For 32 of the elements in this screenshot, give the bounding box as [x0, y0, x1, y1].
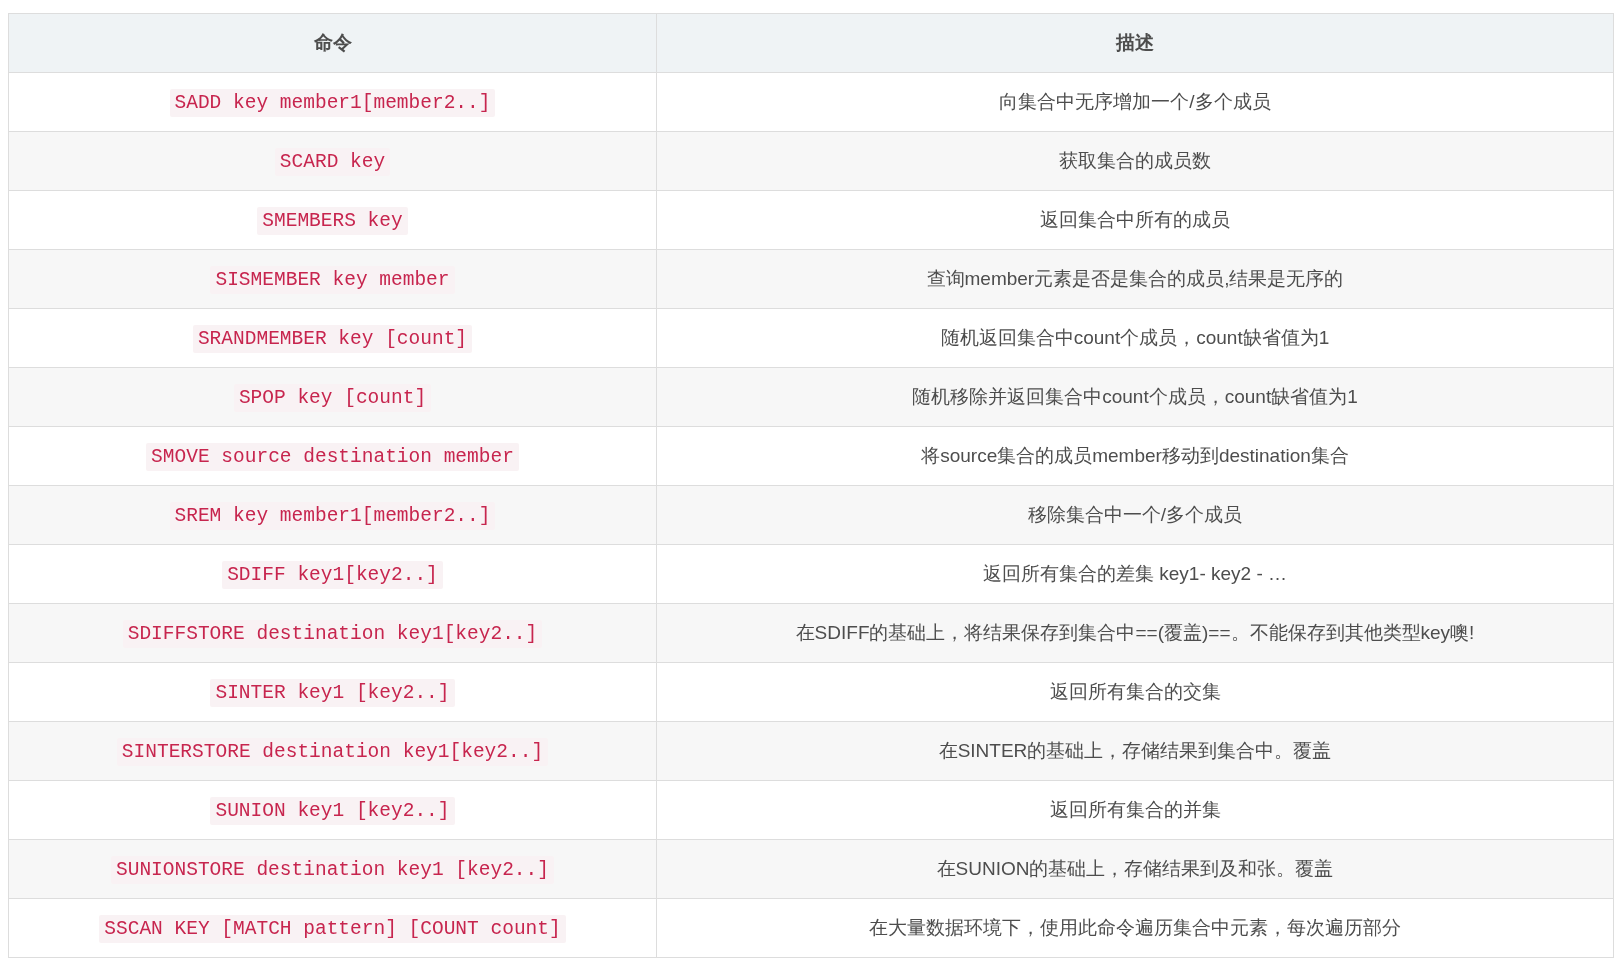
description-cell: 返回所有集合的并集 — [656, 780, 1614, 840]
description-cell: 查询member元素是否是集合的成员,结果是无序的 — [656, 249, 1614, 309]
description-cell: 返回集合中所有的成员 — [656, 190, 1614, 250]
description-cell: 移除集合中一个/多个成员 — [656, 485, 1614, 545]
description-cell: 在SINTER的基础上，存储结果到集合中。覆盖 — [656, 721, 1614, 781]
command-code: SCARD key — [274, 147, 391, 176]
command-code: SUNION key1 [key2..] — [210, 796, 455, 825]
command-code: SRANDMEMBER key [count] — [192, 324, 473, 353]
description-cell: 获取集合的成员数 — [656, 131, 1614, 191]
command-code: SINTERSTORE destination key1[key2..] — [116, 737, 549, 766]
command-code: SDIFFSTORE destination key1[key2..] — [122, 619, 543, 648]
description-cell: 在大量数据环境下，使用此命令遍历集合中元素，每次遍历部分 — [656, 898, 1614, 958]
description-cell: 随机返回集合中count个成员，count缺省值为1 — [656, 308, 1614, 368]
command-code: SADD key member1[member2..] — [169, 88, 496, 117]
command-code: SMOVE source destination member — [146, 442, 519, 471]
command-code: SINTER key1 [key2..] — [210, 678, 455, 707]
description-cell: 在SUNION的基础上，存储结果到及和张。覆盖 — [656, 839, 1614, 899]
description-cell: 返回所有集合的差集 key1- key2 - … — [656, 544, 1614, 604]
column-header: 描述 — [656, 13, 1614, 73]
description-cell: 返回所有集合的交集 — [656, 662, 1614, 722]
command-code: SISMEMBER key member — [210, 265, 455, 294]
command-code: SDIFF key1[key2..] — [222, 560, 443, 589]
description-cell: 向集合中无序增加一个/多个成员 — [656, 72, 1614, 132]
command-code: SMEMBERS key — [257, 206, 408, 235]
description-cell: 随机移除并返回集合中count个成员，count缺省值为1 — [656, 367, 1614, 427]
description-cell: 将source集合的成员member移动到destination集合 — [656, 426, 1614, 486]
command-code: SREM key member1[member2..] — [169, 501, 496, 530]
command-code: SPOP key [count] — [233, 383, 432, 412]
command-code: SUNIONSTORE destination key1 [key2..] — [111, 855, 554, 884]
command-code: SSCAN KEY [MATCH pattern] [COUNT count] — [99, 914, 566, 943]
column-header: 命令 — [8, 13, 657, 73]
description-cell: 在SDIFF的基础上，将结果保存到集合中==(覆盖)==。不能保存到其他类型key噢! — [656, 603, 1614, 663]
